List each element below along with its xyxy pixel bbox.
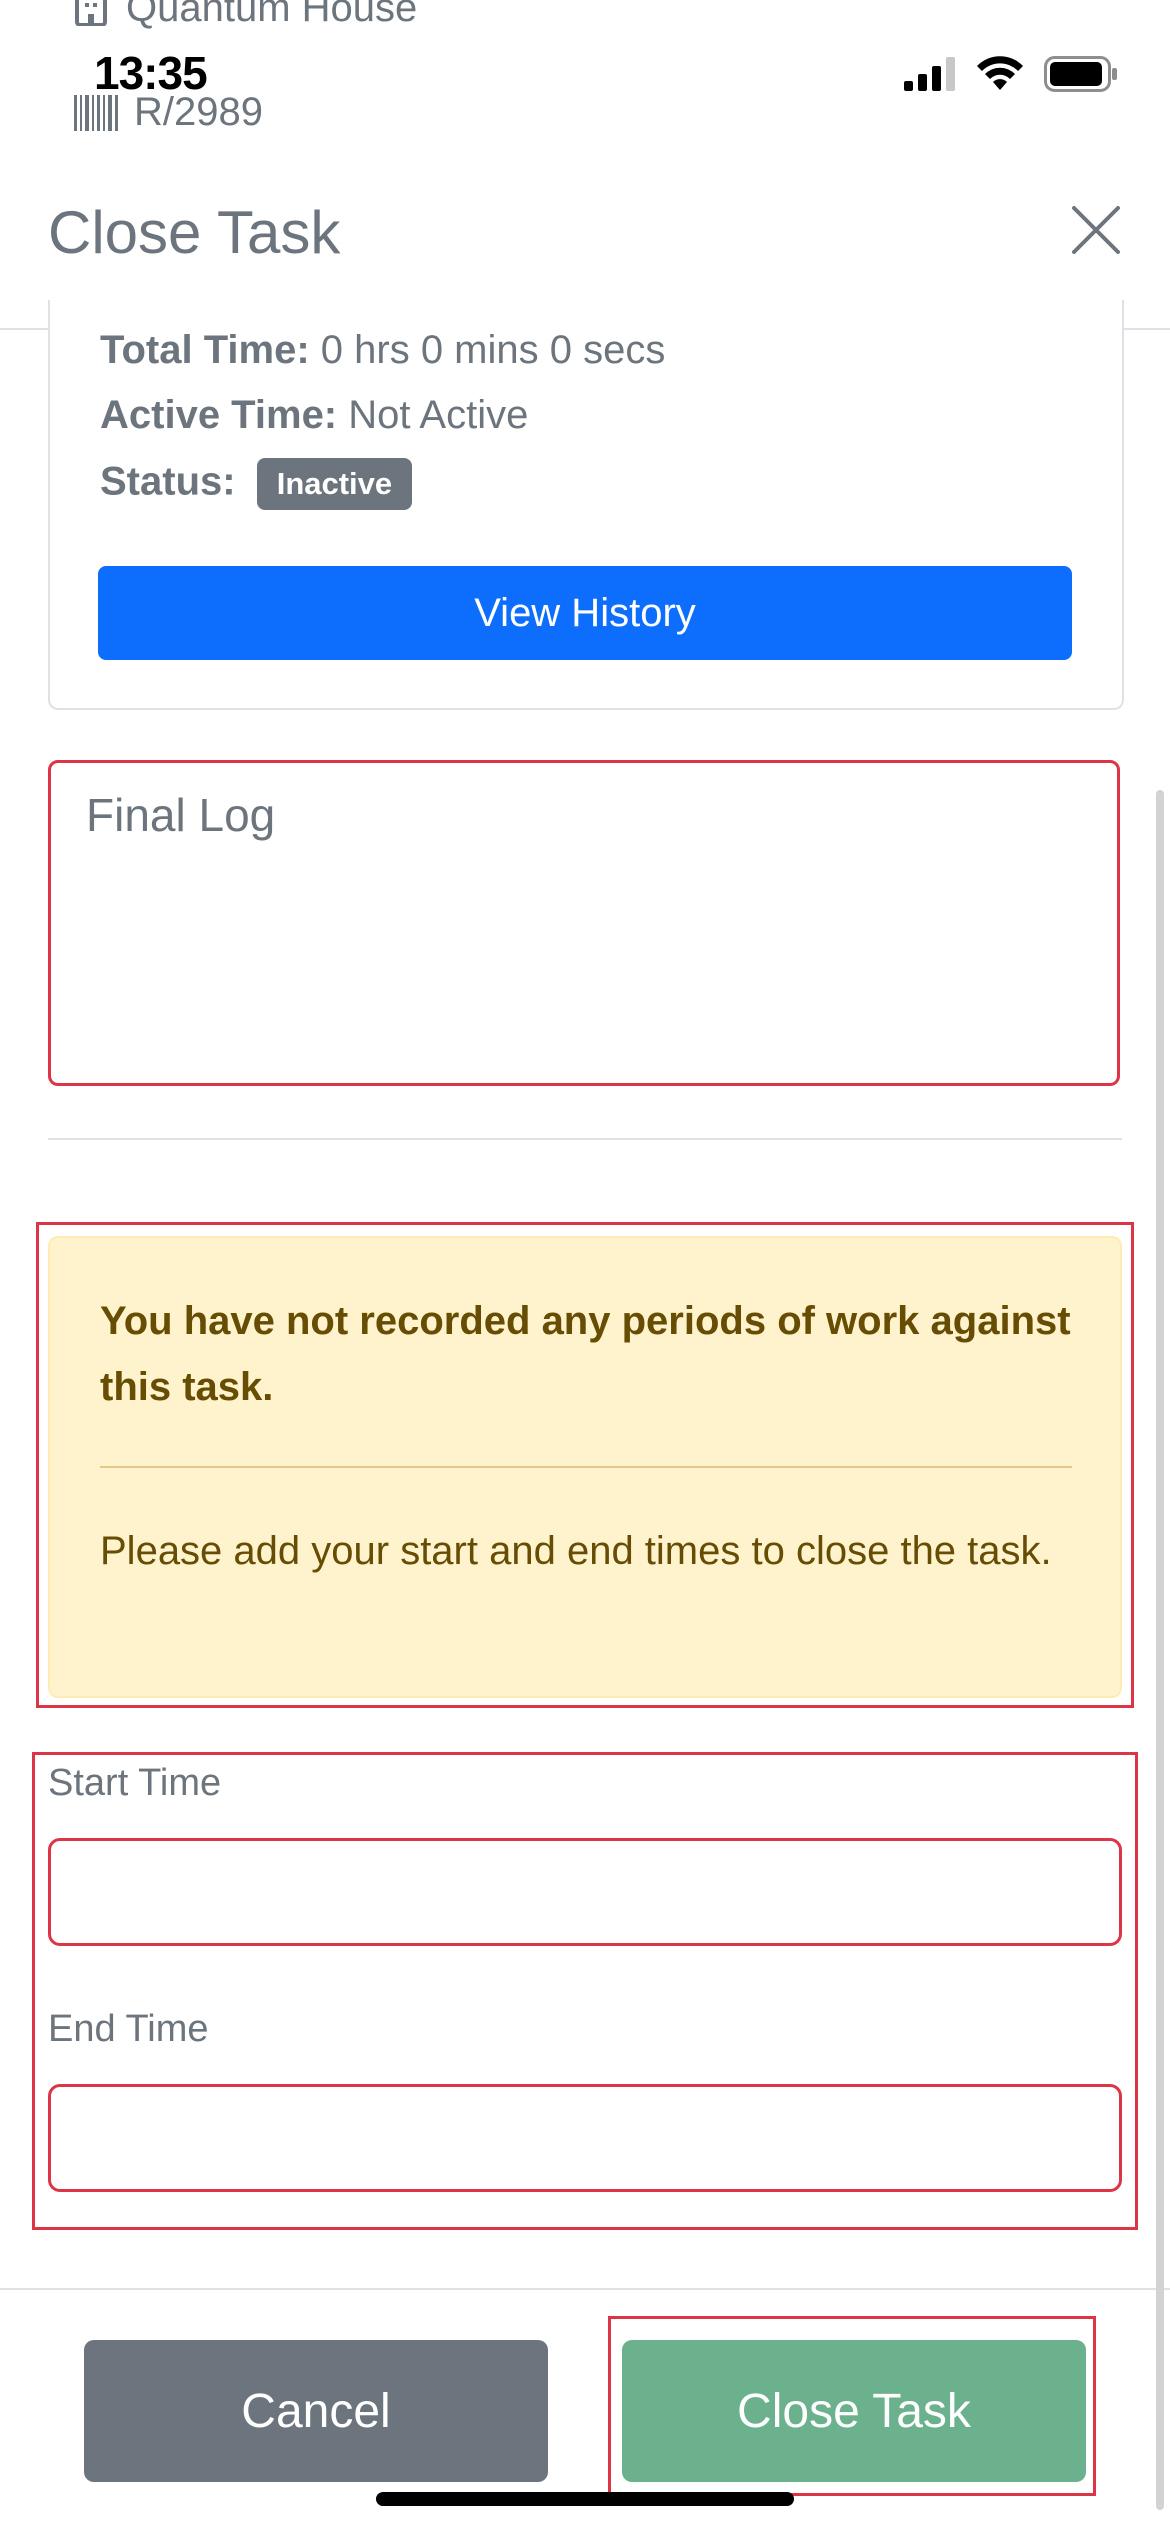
- total-time-row: Total Time: 0 hrs 0 mins 0 secs: [100, 328, 665, 373]
- modal-footer-divider: [0, 2288, 1170, 2290]
- start-time-label: Start Time: [48, 1762, 222, 1804]
- status-label: Status:: [100, 459, 236, 504]
- status-row: Status: Inactive: [100, 458, 413, 510]
- background-location: Quantum House: [74, 0, 417, 31]
- battery-icon: [1044, 56, 1117, 92]
- end-time-label: End Time: [48, 2008, 209, 2050]
- scrollbar[interactable]: [1156, 790, 1164, 2510]
- total-time-label: Total Time:: [100, 328, 310, 372]
- home-indicator[interactable]: [376, 2492, 794, 2506]
- active-time-row: Active Time: Not Active: [100, 393, 528, 438]
- status-time: 13:35: [94, 47, 208, 99]
- final-log-placeholder: Final Log: [86, 789, 276, 841]
- status-icons: [904, 56, 1118, 92]
- active-time-label: Active Time:: [100, 393, 338, 437]
- view-history-button[interactable]: View History: [98, 566, 1072, 660]
- cellular-signal-icon: [904, 57, 955, 91]
- divider: [48, 1138, 1122, 1140]
- total-time-value: 0 hrs 0 mins 0 secs: [320, 328, 666, 372]
- wifi-icon: [977, 56, 1023, 90]
- alert-divider: [100, 1466, 1072, 1468]
- close-task-button[interactable]: Close Task: [622, 2340, 1086, 2482]
- start-time-input[interactable]: [48, 1838, 1122, 1946]
- building-icon: [75, 0, 107, 26]
- alert-heading: You have not recorded any periods of wor…: [100, 1299, 1071, 1409]
- alert-body: Please add your start and end times to c…: [100, 1529, 1052, 1573]
- status-badge: Inactive: [256, 458, 413, 510]
- close-icon[interactable]: [1066, 200, 1126, 260]
- cancel-button[interactable]: Cancel: [84, 2340, 548, 2482]
- active-time-value: Not Active: [348, 393, 529, 437]
- end-time-input[interactable]: [48, 2084, 1122, 2192]
- background-location-text: Quantum House: [126, 0, 418, 30]
- modal-title: Close Task: [48, 199, 341, 266]
